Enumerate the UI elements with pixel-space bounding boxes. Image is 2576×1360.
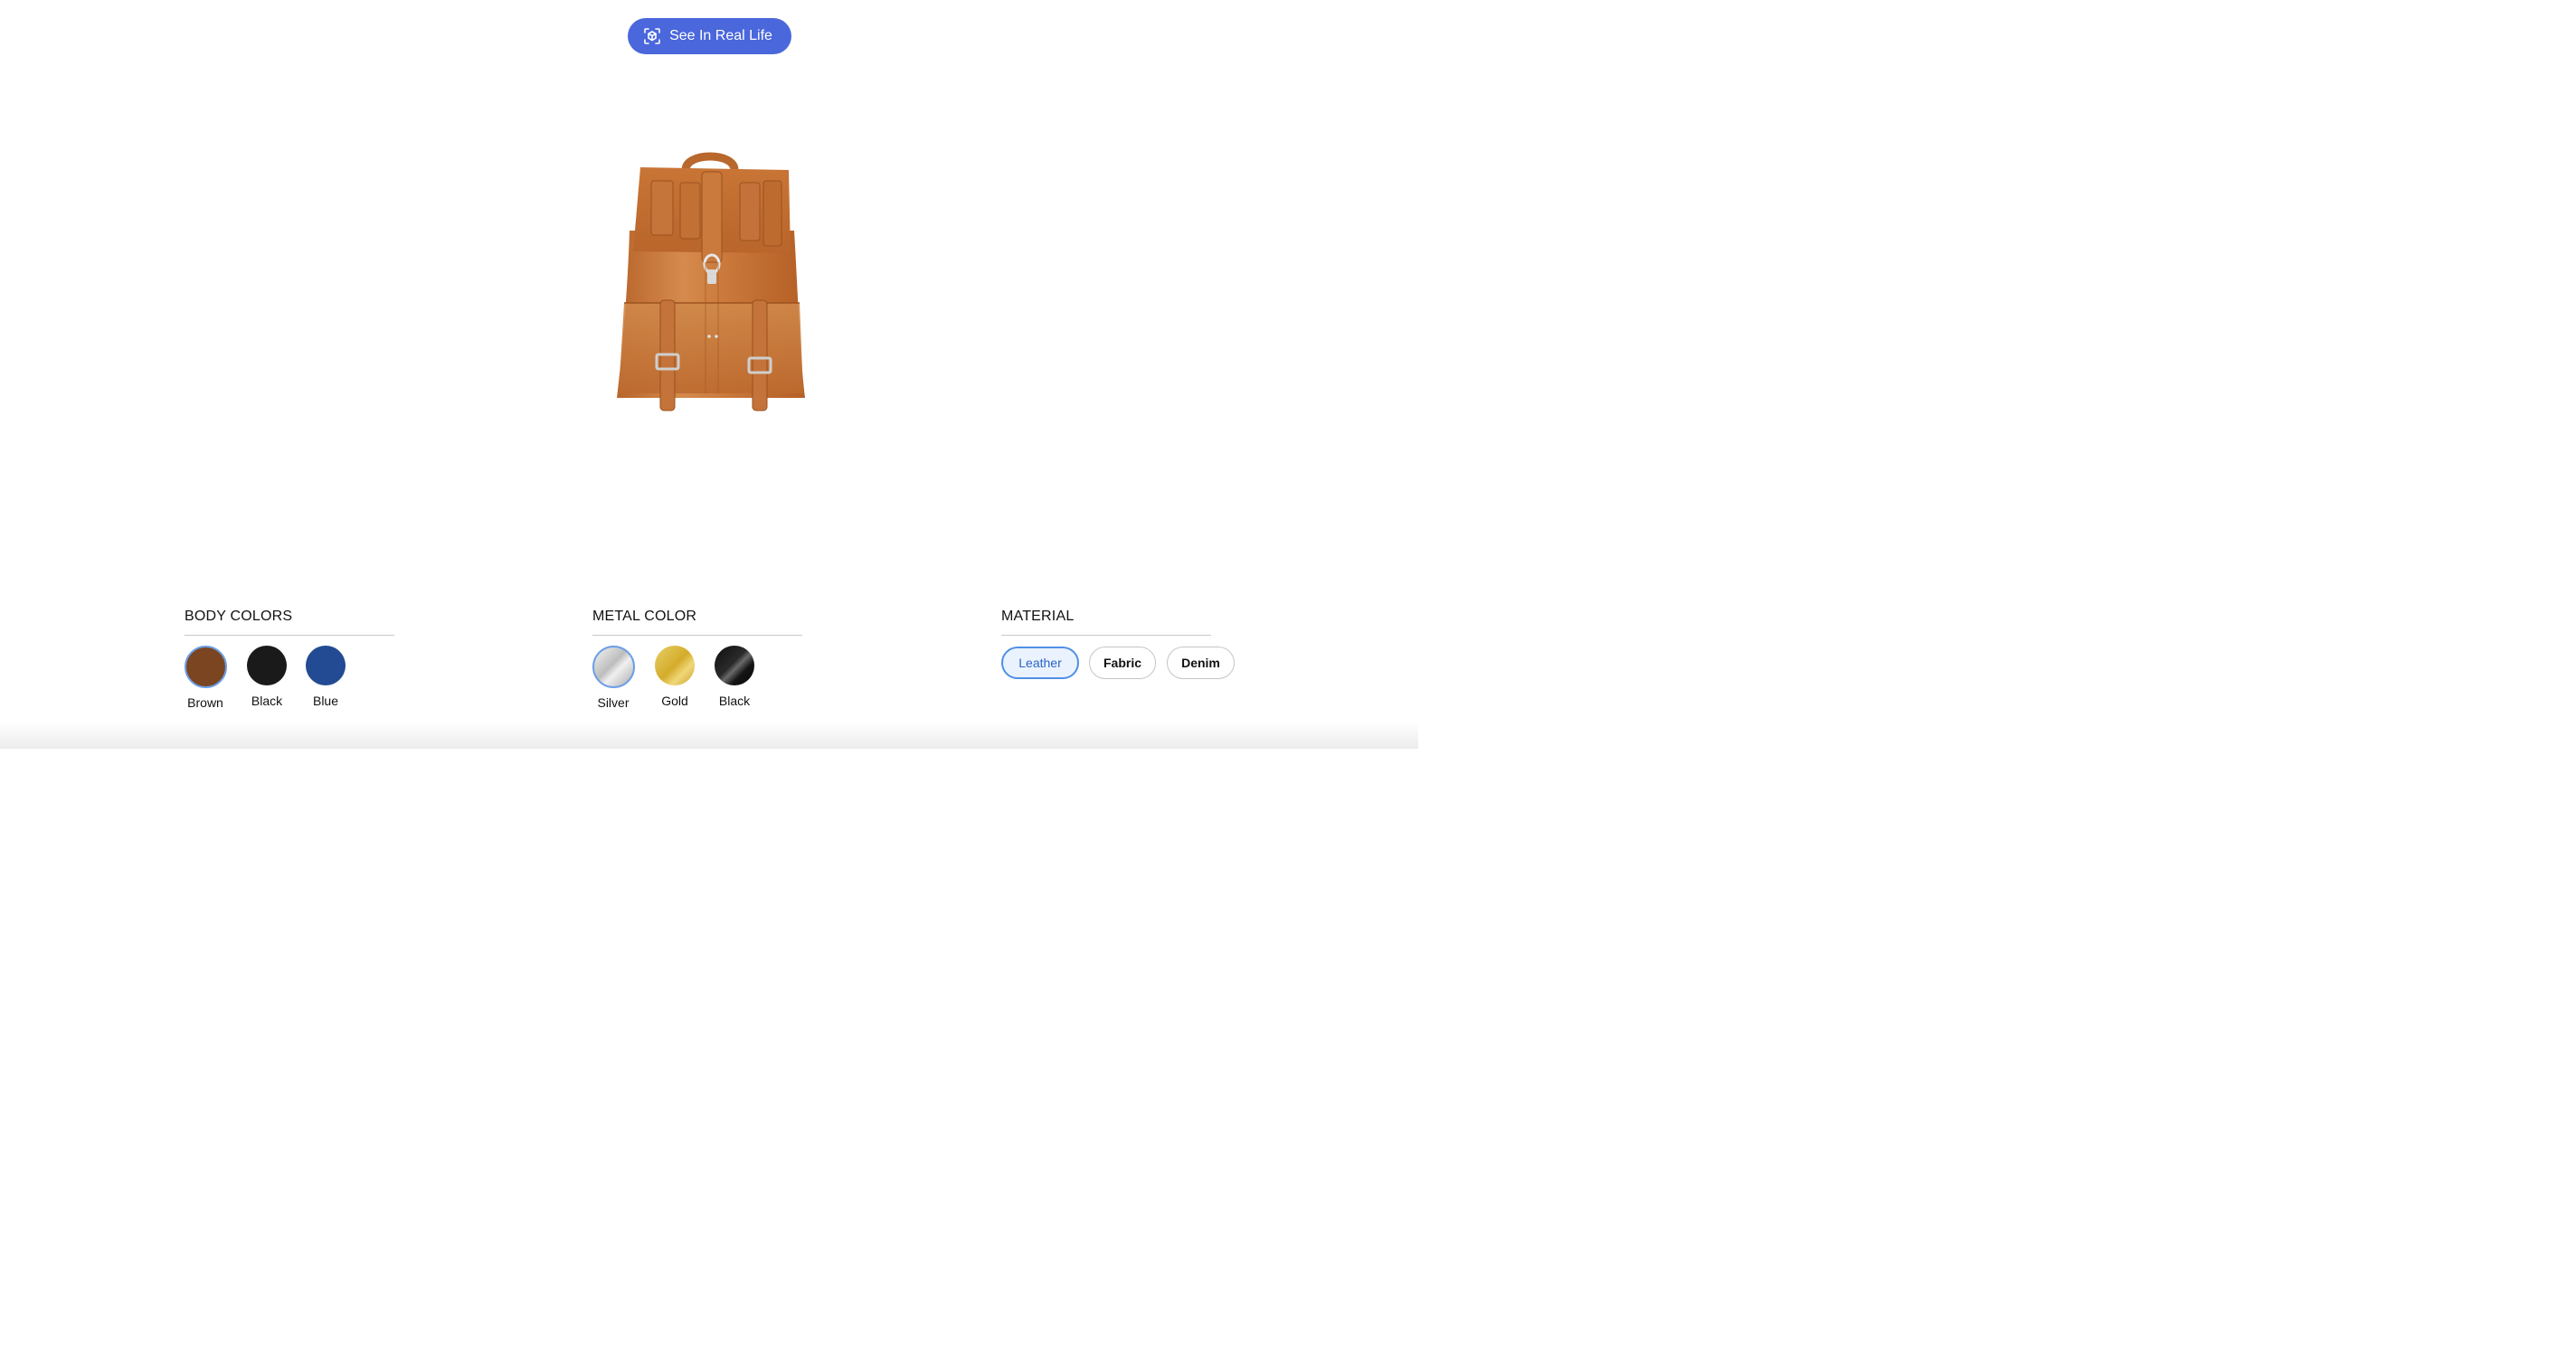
material-leather-button[interactable]: Leather bbox=[1001, 647, 1079, 679]
chip-label: Fabric bbox=[1103, 656, 1141, 670]
swatch-label: Black bbox=[251, 694, 283, 708]
brown-swatch bbox=[184, 646, 227, 688]
body-colors-title: BODY COLORS bbox=[185, 609, 293, 624]
swatch-label: Black bbox=[718, 694, 751, 708]
metal-color-title: METAL COLOR bbox=[592, 609, 697, 624]
material-section: MATERIAL Leather Fabric Denim bbox=[1001, 608, 1235, 708]
metal-color-black[interactable]: Black bbox=[705, 646, 764, 708]
material-fabric-button[interactable]: Fabric bbox=[1089, 647, 1156, 679]
material-title: MATERIAL bbox=[1001, 609, 1075, 624]
ar-scan-icon bbox=[644, 28, 660, 44]
metal-color-section: METAL COLOR Silver Gold Black bbox=[592, 608, 802, 710]
material-options: Leather Fabric Denim bbox=[1001, 636, 1235, 708]
see-in-real-life-button[interactable]: See In Real Life bbox=[628, 18, 791, 54]
product-configurator: See In Real Life BODY COLORS Brown Black… bbox=[0, 0, 1418, 749]
metal-color-gold[interactable]: Gold bbox=[645, 646, 705, 708]
metal-color-silver[interactable]: Silver bbox=[583, 646, 643, 710]
product-3d-viewer[interactable] bbox=[597, 145, 823, 425]
chip-label: Denim bbox=[1181, 656, 1220, 670]
leather-backpack-icon bbox=[617, 152, 805, 411]
body-color-brown[interactable]: Brown bbox=[175, 646, 235, 710]
body-color-swatches: Brown Black Blue bbox=[184, 636, 394, 710]
black-metal-swatch bbox=[715, 646, 754, 685]
swatch-label: Brown bbox=[187, 695, 223, 710]
body-colors-section: BODY COLORS Brown Black Blue bbox=[184, 608, 394, 710]
gold-swatch bbox=[655, 646, 695, 685]
silver-swatch bbox=[592, 646, 635, 688]
chip-label: Leather bbox=[1018, 656, 1062, 670]
body-color-black[interactable]: Black bbox=[237, 646, 297, 708]
bottom-shadow bbox=[0, 722, 1418, 749]
see-in-real-life-label: See In Real Life bbox=[669, 28, 772, 43]
blue-swatch bbox=[306, 646, 346, 685]
metal-color-swatches: Silver Gold Black bbox=[592, 636, 802, 710]
body-color-blue[interactable]: Blue bbox=[296, 646, 355, 708]
swatch-label: Blue bbox=[312, 694, 339, 708]
black-swatch bbox=[247, 646, 287, 685]
swatch-label: Gold bbox=[661, 694, 688, 708]
swatch-label: Silver bbox=[597, 695, 630, 710]
material-denim-button[interactable]: Denim bbox=[1167, 647, 1235, 679]
